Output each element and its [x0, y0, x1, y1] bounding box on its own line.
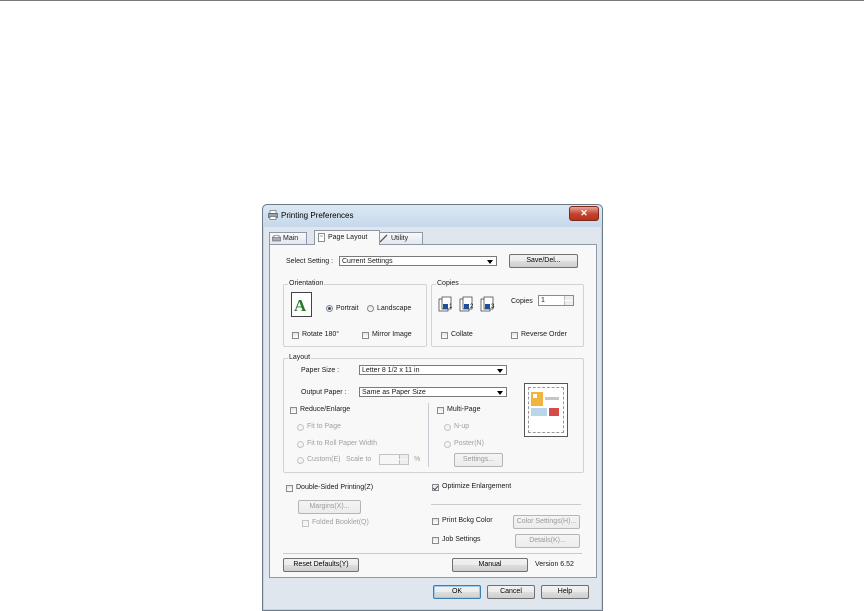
close-icon: ✕	[580, 208, 588, 218]
reverse-order-checkbox[interactable]	[511, 332, 518, 339]
window-title: Printing Preferences	[281, 211, 354, 220]
printer-icon	[268, 210, 278, 220]
output-paper-label: Output Paper :	[301, 389, 347, 396]
close-button[interactable]: ✕	[569, 206, 599, 221]
mirror-image-checkbox[interactable]	[362, 332, 369, 339]
select-setting-value: Current Settings	[342, 258, 393, 265]
copies-label: Copies	[511, 298, 533, 305]
separator	[431, 504, 581, 505]
job-details-button[interactable]: Details(K)...	[515, 534, 580, 548]
optimize-enlargement-label[interactable]: Optimize Enlargement	[442, 483, 511, 490]
tab-utility-label: Utility	[391, 235, 409, 242]
landscape-label[interactable]: Landscape	[377, 305, 411, 312]
page-top-rule	[0, 0, 864, 1]
tab-utility[interactable]: Utility	[375, 232, 423, 244]
scale-to-label: Scale to	[346, 456, 372, 463]
custom-label[interactable]: Custom(E)	[307, 456, 340, 463]
reduce-enlarge-checkbox[interactable]	[290, 407, 297, 414]
spin-down-icon[interactable]	[564, 301, 573, 305]
optimize-enlargement-checkbox[interactable]	[432, 484, 439, 491]
version-label: Version 6.52	[535, 561, 574, 568]
portrait-radio[interactable]	[326, 305, 333, 312]
poster-label[interactable]: Poster(N)	[454, 440, 484, 447]
margins-button[interactable]: Margins(X)...	[298, 500, 361, 514]
cancel-button[interactable]: Cancel	[487, 585, 535, 599]
chevron-down-icon	[487, 260, 493, 264]
layout-group-label: Layout	[288, 354, 312, 361]
landscape-radio[interactable]	[367, 305, 374, 312]
tab-main-label: Main	[283, 235, 299, 242]
multi-page-settings-button[interactable]: Settings...	[454, 453, 503, 467]
chevron-down-icon	[497, 391, 503, 395]
double-sided-checkbox[interactable]	[286, 485, 293, 492]
rotate-180-label[interactable]: Rotate 180°	[302, 331, 339, 338]
folded-booklet-checkbox[interactable]	[302, 520, 309, 527]
page-preview	[524, 383, 568, 437]
output-paper-dropdown[interactable]: Same as Paper Size	[359, 387, 507, 397]
copies-group-label: Copies	[436, 280, 460, 287]
tab-page-layout-label: Page Layout	[328, 234, 368, 241]
paper-size-dropdown[interactable]: Letter 8 1/2 x 11 in	[359, 365, 507, 375]
double-sided-label[interactable]: Double-Sided Printing(Z)	[296, 484, 373, 491]
custom-radio[interactable]	[297, 457, 304, 464]
spin-up-icon[interactable]	[399, 455, 408, 459]
print-bkg-color-label[interactable]: Print Bckg Color	[442, 517, 493, 524]
pencil-icon	[379, 234, 388, 243]
spin-down-icon[interactable]	[399, 460, 408, 464]
select-setting-label: Select Setting :	[286, 258, 334, 265]
fit-roll-label[interactable]: Fit to Roll Paper Width	[307, 440, 377, 447]
printer-icon	[272, 235, 281, 242]
ok-button[interactable]: OK	[433, 585, 481, 599]
scale-stepper[interactable]	[379, 454, 409, 465]
copies-stepper[interactable]: 1	[538, 295, 574, 306]
svg-text:A: A	[294, 296, 307, 315]
job-settings-checkbox[interactable]	[432, 537, 439, 544]
help-button[interactable]: Help	[541, 585, 589, 599]
tab-page-layout[interactable]: Page Layout	[314, 230, 380, 245]
fit-to-page-radio[interactable]	[297, 424, 304, 431]
orientation-group-label: Orientation	[288, 280, 325, 287]
reduce-enlarge-label[interactable]: Reduce/Enlarge	[300, 406, 350, 413]
print-bkg-color-checkbox[interactable]	[432, 518, 439, 525]
multi-page-label[interactable]: Multi-Page	[447, 406, 480, 413]
reverse-order-label[interactable]: Reverse Order	[521, 331, 567, 338]
output-paper-value: Same as Paper Size	[362, 389, 426, 396]
svg-text:2: 2	[470, 304, 474, 310]
reset-defaults-button[interactable]: Reset Defaults(Y)	[283, 558, 359, 572]
svg-text:1: 1	[449, 304, 453, 310]
spin-up-icon[interactable]	[564, 296, 573, 300]
chevron-down-icon	[497, 369, 503, 373]
percent-label: %	[414, 456, 421, 463]
n-up-label[interactable]: N-up	[454, 423, 469, 430]
manual-button[interactable]: Manual	[452, 558, 528, 572]
save-del-button[interactable]: Save/Del...	[509, 254, 578, 268]
poster-radio[interactable]	[444, 441, 451, 448]
collate-order-icon: 1 2 3	[438, 296, 495, 312]
folded-booklet-label[interactable]: Folded Booklet(Q)	[312, 519, 369, 526]
mirror-image-label[interactable]: Mirror Image	[372, 331, 412, 338]
portrait-label[interactable]: Portrait	[336, 305, 359, 312]
fit-roll-radio[interactable]	[297, 441, 304, 448]
layout-divider	[428, 403, 429, 467]
page-layout-icon	[318, 233, 325, 242]
svg-text:3: 3	[491, 304, 495, 310]
collate-checkbox[interactable]	[441, 332, 448, 339]
color-settings-button[interactable]: Color Settings(H)...	[513, 515, 580, 529]
paper-size-label: Paper Size :	[301, 367, 340, 374]
title-bar[interactable]: Printing Preferences ✕	[263, 205, 602, 227]
rotate-180-checkbox[interactable]	[292, 332, 299, 339]
n-up-radio[interactable]	[444, 424, 451, 431]
fit-to-page-label[interactable]: Fit to Page	[307, 423, 341, 430]
job-settings-label[interactable]: Job Settings	[442, 536, 481, 543]
bottom-separator	[283, 553, 582, 554]
multi-page-checkbox[interactable]	[437, 407, 444, 414]
tab-main[interactable]: Main	[269, 232, 307, 244]
copies-value: 1	[541, 297, 545, 304]
portrait-preview-icon: A	[291, 292, 312, 317]
collate-label[interactable]: Collate	[451, 331, 473, 338]
select-setting-dropdown[interactable]: Current Settings	[339, 256, 497, 266]
paper-size-value: Letter 8 1/2 x 11 in	[362, 367, 420, 374]
page-preview-content	[531, 392, 559, 416]
